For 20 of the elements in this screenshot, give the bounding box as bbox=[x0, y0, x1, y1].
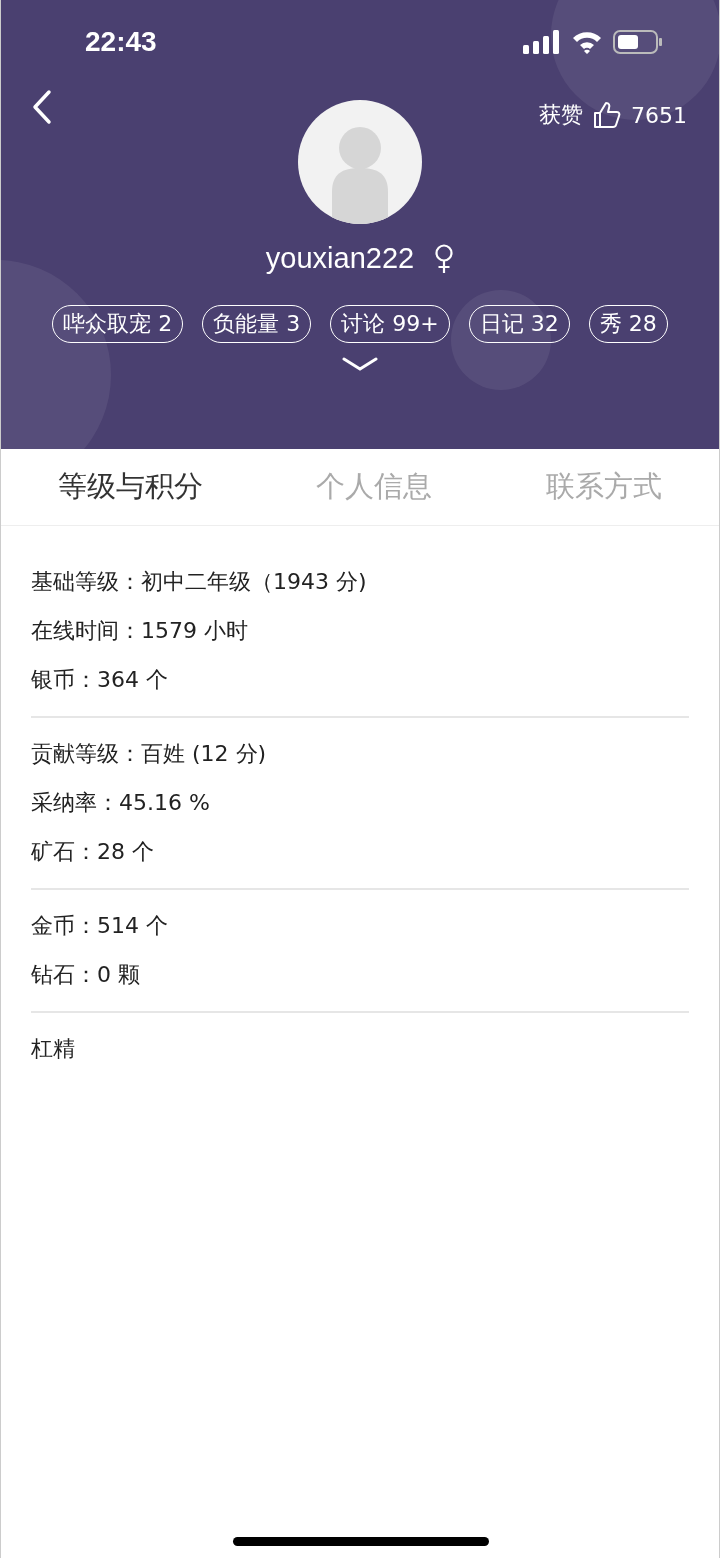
tab[interactable]: 等级与积分 bbox=[53, 467, 207, 507]
info-row-text: 银币：364 个 bbox=[31, 666, 169, 694]
female-icon bbox=[434, 243, 455, 274]
username: youxian222 bbox=[265, 242, 415, 275]
wifi-icon bbox=[571, 30, 603, 54]
info-row-text: 贡献等级：百姓 (12 分) bbox=[31, 740, 268, 768]
info-row-text: 杠精 bbox=[31, 1035, 76, 1063]
info-row-text: 在线时间：1579 小时 bbox=[31, 617, 249, 645]
expand-chevron-icon[interactable] bbox=[342, 357, 378, 371]
likes-count: 7651 bbox=[631, 102, 687, 128]
info-row-text: 采纳率：45.16 % bbox=[31, 789, 211, 817]
info-row-text: 基础等级：初中二年级（1943 分) bbox=[31, 568, 368, 596]
status-time: 22:43 bbox=[85, 26, 157, 58]
battery-icon bbox=[613, 30, 663, 54]
thumbs-up-icon bbox=[593, 101, 621, 129]
info-row-text: 矿石：28 个 bbox=[31, 838, 155, 866]
signal-icon bbox=[523, 30, 561, 54]
likes-label: 获赞 bbox=[539, 101, 583, 129]
info-row-text: 金币：514 个 bbox=[31, 912, 169, 940]
info-row-text: 钻石：0 颗 bbox=[31, 961, 141, 989]
